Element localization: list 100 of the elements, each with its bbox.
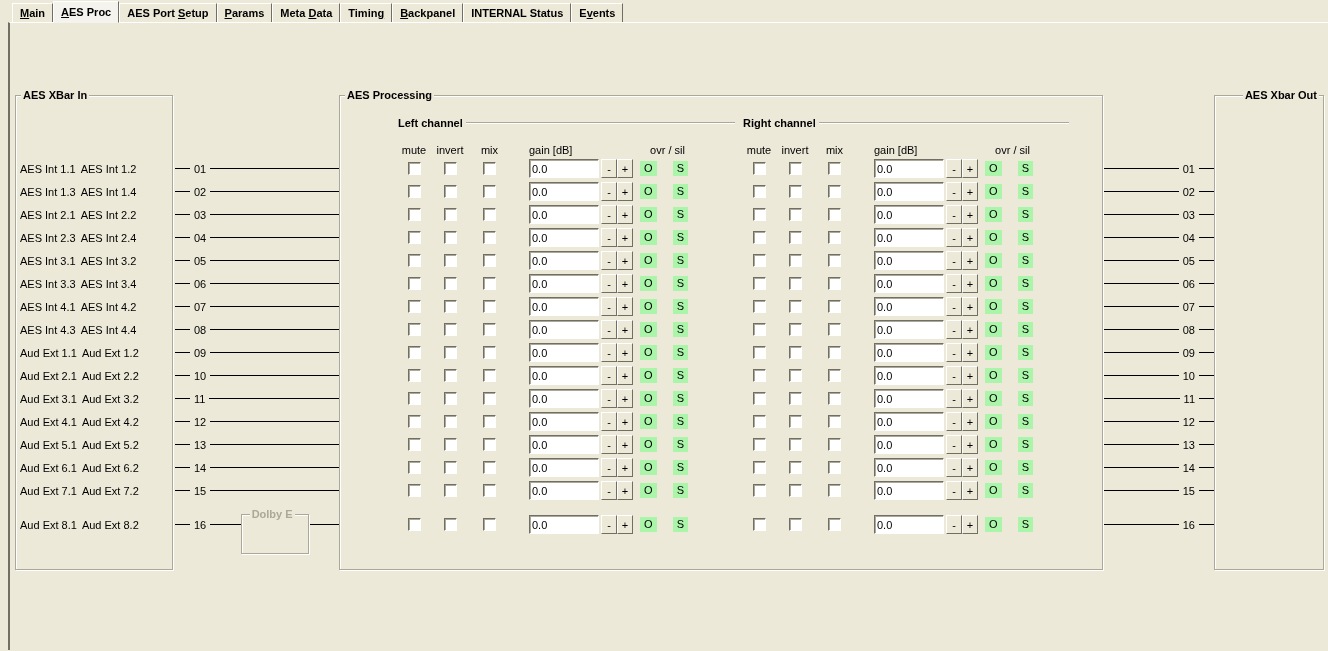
tab[interactable]: Backpanel [392, 3, 464, 22]
increase-button[interactable]: + [962, 251, 978, 270]
invert-checkbox[interactable] [788, 415, 802, 428]
mix-checkbox[interactable] [828, 369, 841, 382]
decrease-button[interactable]: - [946, 435, 962, 454]
mix-checkbox[interactable] [483, 461, 496, 474]
increase-button[interactable]: + [617, 297, 633, 316]
mix-checkbox[interactable] [828, 415, 841, 428]
tab[interactable]: Meta Data [272, 3, 341, 22]
decrease-button[interactable]: - [946, 366, 962, 385]
mute-checkbox[interactable] [752, 346, 766, 359]
gain-field[interactable]: 0.0 [529, 458, 599, 477]
increase-button[interactable]: + [962, 435, 978, 454]
gain-field[interactable]: 0.0 [529, 515, 599, 534]
decrease-button[interactable]: - [601, 366, 617, 385]
increase-button[interactable]: + [962, 159, 978, 178]
mix-checkbox[interactable] [828, 277, 841, 290]
mute-checkbox[interactable] [752, 277, 766, 290]
decrease-button[interactable]: - [946, 228, 962, 247]
decrease-button[interactable]: - [601, 458, 617, 477]
mute-checkbox[interactable] [752, 438, 766, 451]
increase-button[interactable]: + [617, 274, 633, 293]
invert-checkbox[interactable] [788, 461, 802, 474]
increase-button[interactable]: + [617, 320, 633, 339]
invert-checkbox[interactable] [443, 346, 457, 359]
mute-checkbox[interactable] [752, 162, 766, 175]
invert-checkbox[interactable] [443, 438, 457, 451]
gain-field[interactable]: 0.0 [529, 366, 599, 385]
mix-checkbox[interactable] [483, 254, 496, 267]
mute-checkbox[interactable] [407, 162, 421, 175]
increase-button[interactable]: + [962, 366, 978, 385]
decrease-button[interactable]: - [601, 481, 617, 500]
gain-field[interactable]: 0.0 [874, 297, 944, 316]
decrease-button[interactable]: - [946, 251, 962, 270]
decrease-button[interactable]: - [946, 515, 962, 534]
increase-button[interactable]: + [617, 435, 633, 454]
gain-field[interactable]: 0.0 [529, 159, 599, 178]
decrease-button[interactable]: - [946, 182, 962, 201]
increase-button[interactable]: + [617, 366, 633, 385]
mute-checkbox[interactable] [752, 484, 766, 497]
mix-checkbox[interactable] [483, 208, 496, 221]
mix-checkbox[interactable] [828, 162, 841, 175]
mute-checkbox[interactable] [407, 254, 421, 267]
invert-checkbox[interactable] [788, 277, 802, 290]
invert-checkbox[interactable] [788, 518, 802, 531]
increase-button[interactable]: + [962, 412, 978, 431]
mix-checkbox[interactable] [483, 277, 496, 290]
decrease-button[interactable]: - [601, 435, 617, 454]
mix-checkbox[interactable] [483, 323, 496, 336]
mix-checkbox[interactable] [828, 484, 841, 497]
gain-field[interactable]: 0.0 [874, 205, 944, 224]
mute-checkbox[interactable] [752, 392, 766, 405]
increase-button[interactable]: + [962, 320, 978, 339]
invert-checkbox[interactable] [443, 323, 457, 336]
mix-checkbox[interactable] [483, 484, 496, 497]
decrease-button[interactable]: - [601, 205, 617, 224]
invert-checkbox[interactable] [788, 185, 802, 198]
gain-field[interactable]: 0.0 [529, 205, 599, 224]
mix-checkbox[interactable] [828, 438, 841, 451]
tab[interactable]: AES Proc [53, 1, 120, 23]
mute-checkbox[interactable] [407, 300, 421, 313]
invert-checkbox[interactable] [788, 346, 802, 359]
invert-checkbox[interactable] [443, 415, 457, 428]
mix-checkbox[interactable] [483, 392, 496, 405]
mute-checkbox[interactable] [752, 231, 766, 244]
decrease-button[interactable]: - [601, 159, 617, 178]
decrease-button[interactable]: - [946, 481, 962, 500]
gain-field[interactable]: 0.0 [874, 389, 944, 408]
gain-field[interactable]: 0.0 [874, 412, 944, 431]
decrease-button[interactable]: - [946, 320, 962, 339]
increase-button[interactable]: + [962, 515, 978, 534]
invert-checkbox[interactable] [443, 392, 457, 405]
mute-checkbox[interactable] [407, 369, 421, 382]
mute-checkbox[interactable] [752, 518, 766, 531]
mute-checkbox[interactable] [752, 461, 766, 474]
increase-button[interactable]: + [962, 343, 978, 362]
mute-checkbox[interactable] [407, 185, 421, 198]
invert-checkbox[interactable] [443, 484, 457, 497]
invert-checkbox[interactable] [788, 369, 802, 382]
gain-field[interactable]: 0.0 [874, 458, 944, 477]
tab[interactable]: Events [571, 3, 624, 22]
gain-field[interactable]: 0.0 [874, 435, 944, 454]
mute-checkbox[interactable] [407, 415, 421, 428]
increase-button[interactable]: + [617, 228, 633, 247]
invert-checkbox[interactable] [788, 438, 802, 451]
mute-checkbox[interactable] [407, 346, 421, 359]
mix-checkbox[interactable] [828, 346, 841, 359]
invert-checkbox[interactable] [788, 231, 802, 244]
tab[interactable]: INTERNAL Status [463, 3, 572, 22]
mix-checkbox[interactable] [828, 231, 841, 244]
increase-button[interactable]: + [617, 389, 633, 408]
gain-field[interactable]: 0.0 [529, 297, 599, 316]
mute-checkbox[interactable] [752, 185, 766, 198]
decrease-button[interactable]: - [601, 515, 617, 534]
increase-button[interactable]: + [962, 274, 978, 293]
increase-button[interactable]: + [617, 251, 633, 270]
decrease-button[interactable]: - [601, 251, 617, 270]
gain-field[interactable]: 0.0 [874, 159, 944, 178]
mix-checkbox[interactable] [483, 369, 496, 382]
mute-checkbox[interactable] [407, 323, 421, 336]
